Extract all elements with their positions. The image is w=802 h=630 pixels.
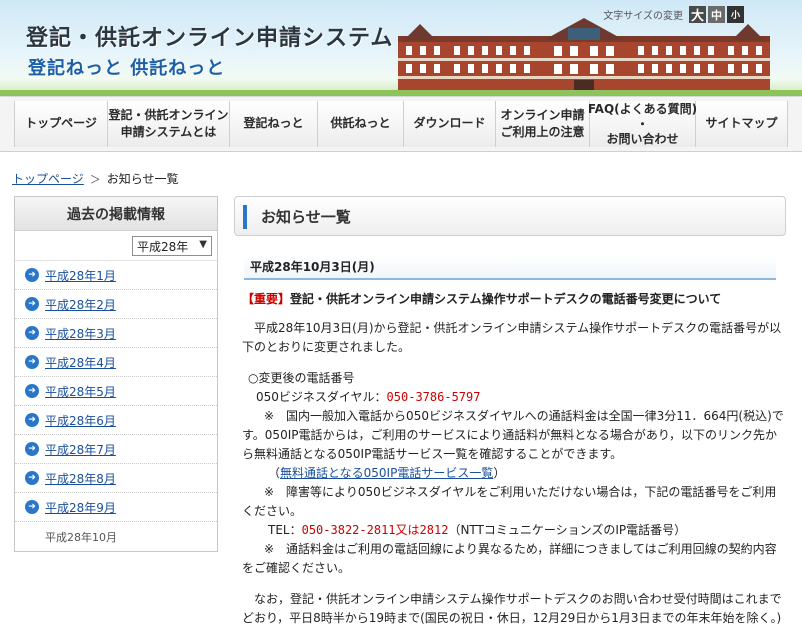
site-header: 登記・供託オンライン申請システム 登記ねっと 供託ねっと 文字サイズの変更 大 … [0,0,802,96]
chevron-down-icon: ▼ [199,239,207,250]
sidebar-heading: 過去の掲載情報 [15,197,217,231]
year-select-value: 平成28年 [137,239,189,254]
link-open-paren: （ [268,466,281,480]
breadcrumb-home-link[interactable]: トップページ [12,170,84,187]
tel-number: 050-3822-2811又は2812 [301,523,449,537]
sidebar-month-link[interactable]: ➜ 平成28年9月 [15,493,217,522]
nav-online-notice[interactable]: オンライン申請 ご利用上の注意 [496,101,590,147]
dial-number: 050-3786-5797 [386,390,481,404]
breadcrumb-current: お知らせ一覧 [106,172,179,186]
breadcrumb-separator: ＞ [89,172,101,186]
year-select[interactable]: 平成28年 ▼ [132,236,212,256]
nav-touki-net[interactable]: 登記ねっと [230,101,318,147]
sidebar-month-link[interactable]: ➜ 平成28年4月 [15,348,217,377]
sidebar-month-link[interactable]: ➜ 平成28年6月 [15,406,217,435]
site-title[interactable]: 登記・供託オンライン申請システム [26,20,393,52]
arrow-right-icon: ➜ [25,442,39,456]
archive-sidebar: 過去の掲載情報 平成28年 ▼ ➜ 平成28年1月 ➜ 平成28年2月 ➜ 平成28年… [14,196,218,552]
arrow-right-icon: ➜ [25,355,39,369]
site-subtitle[interactable]: 登記ねっと 供託ねっと [28,54,225,80]
sidebar-month-link[interactable]: ➜ 平成28年3月 [15,319,217,348]
sidebar-current-month: 平成28年10月 [45,530,117,544]
nav-faq-contact[interactable]: FAQ(よくある質問) ・ お問い合わせ [588,101,697,147]
important-tag: 【重要】 [242,292,291,306]
breadcrumb: トップページ ＞ お知らせ一覧 [12,170,179,187]
sidebar-month-link[interactable]: ➜ 平成28年7月 [15,435,217,464]
nav-about-system[interactable]: 登記・供託オンライン 申請システムとは [108,101,230,147]
arrow-right-icon: ➜ [25,471,39,485]
note-charges: ※ 通話料金はご利用の電話回線により異なるため，詳細につきましてはご利用回線の契… [242,542,777,575]
link-close-paren: ） [493,466,506,480]
sidebar-month-link[interactable]: ➜ 平成28年1月 [15,261,217,290]
building-illustration [398,18,770,92]
arrow-right-icon: ➜ [25,413,39,427]
note-fee: ※ 国内一般加入電話から050ビジネスダイヤルへの通話料金は全国一律3分11．6… [242,409,784,461]
notice-date: 平成28年10月3日(月) [244,254,776,280]
notice-title-text: 登記・供託オンライン申請システム操作サポートデスクの電話番号変更について [290,292,722,306]
title-accent-bar [243,205,247,229]
arrow-right-icon: ➜ [25,384,39,398]
notice-title: 【重要】登記・供託オンライン申請システム操作サポートデスクの電話番号変更について [242,290,786,307]
tel-line: TEL：050-3822-2811又は2812（NTTコミュニケーションズのIP… [242,521,786,540]
arrow-right-icon: ➜ [25,326,39,340]
dial-label: 050ビジネスダイヤル： [256,390,387,404]
sidebar-month-link[interactable]: ➜ 平成28年5月 [15,377,217,406]
arrow-right-icon: ➜ [25,268,39,282]
free-call-link-line: （無料通話となる050IP電話サービス一覧） [242,464,786,483]
nav-kyoutaku-net[interactable]: 供託ねっと [318,101,404,147]
notice-intro: 平成28年10月3日(月)から登記・供託オンライン申請システム操作サポートデスク… [242,321,782,354]
tel-label: TEL： [268,523,302,537]
free-call-services-link[interactable]: 無料通話となる050IP電話サービス一覧 [280,466,493,480]
page-title-box: お知らせ一覧 [234,196,786,236]
main-content: お知らせ一覧 平成28年10月3日(月) 【重要】登記・供託オンライン申請システ… [234,196,786,630]
tel-note: （NTTコミュニケーションズのIP電話番号） [448,523,687,537]
arrow-right-icon: ➜ [25,297,39,311]
page-title: お知らせ一覧 [261,207,351,226]
arrow-right-icon: ➜ [25,500,39,514]
new-number-heading: ○変更後の電話番号 [248,371,355,385]
sidebar-month-link[interactable]: ➜ 平成28年8月 [15,464,217,493]
year-select-row: 平成28年 ▼ [15,231,217,261]
notice-body: 平成28年10月3日(月)から登記・供託オンライン申請システム操作サポートデスク… [242,319,786,630]
sidebar-month-link[interactable]: ➜ 平成28年2月 [15,290,217,319]
nav-sitemap[interactable]: サイトマップ [696,101,788,147]
dial-line: 050ビジネスダイヤル：050-3786-5797 [242,388,786,407]
notice-closing: なお，登記・供託オンライン申請システム操作サポートデスクのお問い合わせ受付時間は… [242,592,782,625]
nav-top-page[interactable]: トップページ [14,101,108,147]
global-nav: トップページ 登記・供託オンライン 申請システムとは 登記ねっと 供託ねっと ダ… [0,96,802,152]
note-fallback: ※ 障害等により050ビジネスダイヤルをご利用いただけない場合は，下記の電話番号… [242,485,777,518]
nav-download[interactable]: ダウンロード [404,101,496,147]
